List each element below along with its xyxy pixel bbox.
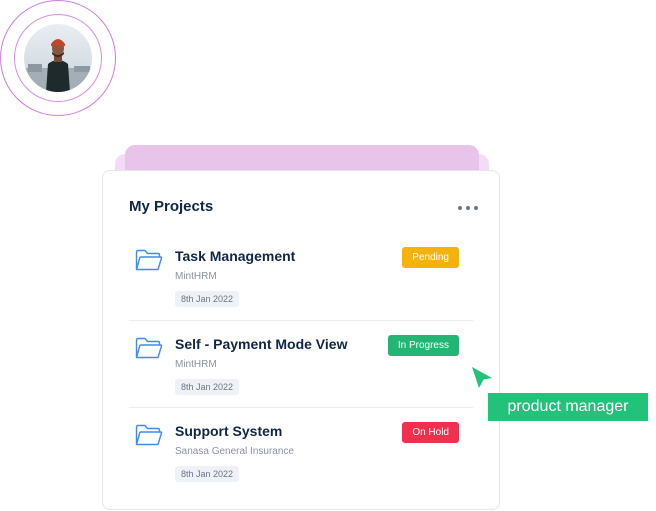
folder-icon: [135, 249, 163, 271]
project-item[interactable]: Self - Payment Mode View MintHRM 8th Jan…: [129, 320, 473, 408]
project-client: MintHRM: [175, 359, 217, 370]
folder-icon: [135, 337, 163, 359]
more-horizontal-icon[interactable]: [458, 205, 478, 211]
role-tag: product manager: [488, 393, 648, 421]
project-date: 8th Jan 2022: [175, 379, 240, 395]
pointer-cursor-icon: [472, 367, 492, 388]
status-badge-on-hold[interactable]: On Hold: [402, 422, 459, 443]
project-name: Support System: [175, 423, 283, 439]
projects-card: My Projects Task Management MintHRM 8th …: [102, 170, 500, 510]
project-client: Sanasa General Insurance: [175, 446, 294, 457]
folder-icon: [135, 424, 163, 446]
project-item[interactable]: Support System Sanasa General Insurance …: [129, 407, 473, 495]
project-item[interactable]: Task Management MintHRM 8th Jan 2022 Pen…: [129, 233, 473, 320]
project-client: MintHRM: [175, 271, 217, 282]
project-name: Self - Payment Mode View: [175, 336, 348, 352]
project-date: 8th Jan 2022: [175, 291, 240, 307]
status-badge-pending[interactable]: Pending: [402, 247, 459, 268]
card-title: My Projects: [129, 198, 214, 215]
status-badge-in-progress[interactable]: In Progress: [387, 335, 459, 356]
project-date: 8th Jan 2022: [175, 466, 240, 482]
project-name: Task Management: [175, 248, 296, 264]
avatar: [24, 24, 92, 92]
